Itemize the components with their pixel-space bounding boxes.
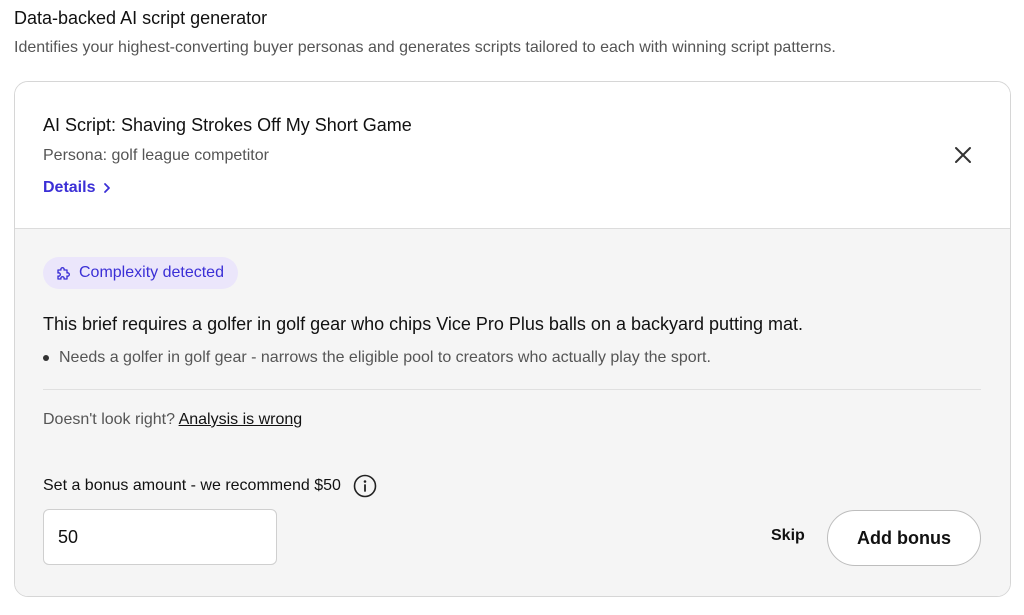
chevron-right-icon <box>104 183 111 193</box>
details-label: Details <box>43 179 96 196</box>
bonus-label-row: Set a bonus amount - we recommend $50 <box>43 474 377 498</box>
persona-label: Persona: golf league competitor <box>43 147 269 164</box>
complexity-badge: Complexity detected <box>43 257 238 289</box>
feedback-prompt: Doesn't look right? <box>43 411 176 428</box>
list-item: Needs a golfer in golf gear - narrows th… <box>43 349 711 367</box>
bullet-icon <box>43 355 49 361</box>
section-subtitle: Identifies your highest-converting buyer… <box>14 39 836 56</box>
bonus-amount-input[interactable] <box>43 509 277 565</box>
info-icon[interactable] <box>353 474 377 498</box>
skip-button[interactable]: Skip <box>771 527 805 545</box>
complexity-panel: Complexity detected This brief requires … <box>15 229 1010 596</box>
add-bonus-button[interactable]: Add bonus <box>827 510 981 566</box>
bonus-label: Set a bonus amount - we recommend $50 <box>43 477 341 494</box>
script-card: AI Script: Shaving Strokes Off My Short … <box>14 81 1011 597</box>
bullet-text: Needs a golfer in golf gear - narrows th… <box>59 349 711 366</box>
puzzle-icon <box>57 267 70 280</box>
divider <box>43 389 981 390</box>
details-link[interactable]: Details <box>43 179 113 197</box>
brief-summary: This brief requires a golfer in golf gea… <box>43 314 804 334</box>
feedback-row: Doesn't look right? Analysis is wrong <box>43 411 302 429</box>
close-icon[interactable] <box>951 143 975 167</box>
section-title: Data-backed AI script generator <box>14 8 268 28</box>
script-title: AI Script: Shaving Strokes Off My Short … <box>43 115 412 135</box>
complexity-badge-label: Complexity detected <box>79 264 224 281</box>
analysis-wrong-link[interactable]: Analysis is wrong <box>179 411 303 428</box>
script-card-header: AI Script: Shaving Strokes Off My Short … <box>15 82 1010 229</box>
